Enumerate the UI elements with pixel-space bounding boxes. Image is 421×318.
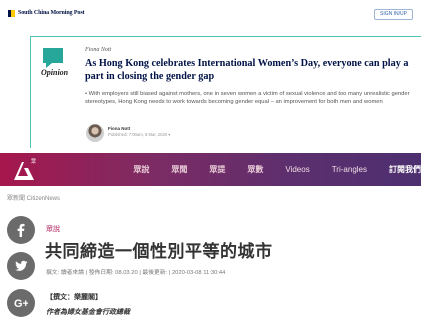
article-meta: 撰文: 讀者來論 | 發佈日期: 08.03.20 | 最後更新: | 2020… <box>46 270 226 276</box>
nav-item-videos[interactable]: Videos <box>285 165 309 174</box>
nav-item-data[interactable]: 眾數 <box>247 164 263 175</box>
opinion-card: Opinion Fiona Nott As Hong Kong celebrat… <box>30 36 421 148</box>
nav-item-topics[interactable]: 眾提 <box>209 164 225 175</box>
facebook-share-button[interactable] <box>7 216 35 244</box>
scmp-logo-text[interactable]: South China Morning Post <box>18 10 85 16</box>
twitter-share-button[interactable] <box>7 252 35 280</box>
twitter-icon <box>15 260 28 271</box>
scmp-logo-icon[interactable] <box>8 10 15 17</box>
article-title: 共同締造一個性別平等的城市 <box>45 242 273 261</box>
nav-item-opinion[interactable]: 眾說 <box>133 164 149 175</box>
published-date: Published: 7:00am, 8 Mar, 2020 ▾ <box>108 132 171 137</box>
opinion-label: Opinion <box>41 68 69 77</box>
nav-item-subscribe[interactable]: 訂閱我們 <box>389 164 421 175</box>
sign-in-button[interactable]: SIGN IN/UP <box>374 9 413 20</box>
nav-item-tri-angles[interactable]: Tri-angles <box>332 165 367 174</box>
article-author-line: 【撰文：樂麗閣】 <box>46 294 102 301</box>
citizen-news-navbar: 眾 眾說 眾聞 眾提 眾數 Videos Tri-angles 訂閱我們 <box>0 153 421 186</box>
citizen-news-logo-text: 眾 <box>31 159 37 165</box>
facebook-icon <box>17 223 25 237</box>
opinion-author[interactable]: Fiona Nott <box>85 47 111 53</box>
opinion-quote-icon <box>43 48 63 68</box>
byline-name[interactable]: Fiona Nott <box>108 126 130 131</box>
citizen-news-nav: 眾說 眾聞 眾提 眾數 Videos Tri-angles 訂閱我們 <box>111 153 421 186</box>
opinion-summary: • With employers still biased against mo… <box>85 91 410 105</box>
svg-text:G+: G+ <box>14 298 28 310</box>
google-plus-icon: G+ <box>14 298 28 310</box>
nav-item-news[interactable]: 眾聞 <box>171 164 187 175</box>
opinion-headline[interactable]: As Hong Kong celebrates International Wo… <box>85 57 421 83</box>
breadcrumb[interactable]: 眾新聞 CitizenNews <box>7 193 60 202</box>
scmp-header: South China Morning Post SIGN IN/UP <box>0 0 421 26</box>
google-plus-share-button[interactable]: G+ <box>7 289 35 317</box>
article-category[interactable]: 眾說 <box>46 224 60 234</box>
article-author-role: 作者為婦女基金會行政總裁 <box>46 309 130 316</box>
author-avatar[interactable] <box>86 124 104 142</box>
